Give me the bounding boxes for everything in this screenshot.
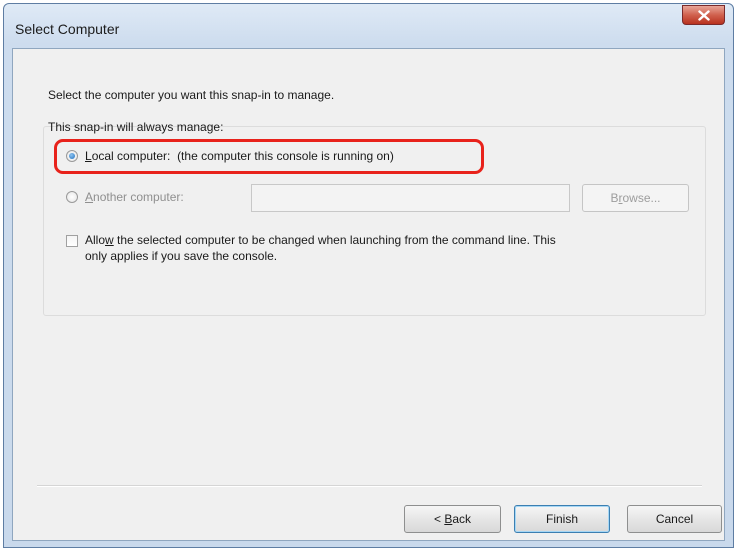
dialog-window: Select Computer Select the computer you … bbox=[3, 3, 734, 548]
finish-button[interactable]: Finish bbox=[514, 505, 610, 533]
another-computer-label[interactable]: Another computer: bbox=[85, 190, 184, 204]
back-pre: < bbox=[433, 512, 445, 526]
close-icon bbox=[697, 9, 710, 21]
window-title: Select Computer bbox=[15, 21, 120, 37]
cancel-label: Cancel bbox=[655, 512, 694, 526]
browse-pre: B bbox=[610, 191, 619, 205]
another-label-rest: nother computer: bbox=[93, 190, 184, 204]
another-accel: A bbox=[85, 190, 94, 204]
allow-change-label-line2: only applies if you save the console. bbox=[85, 249, 278, 263]
dialog-body: Select the computer you want this snap-i… bbox=[12, 48, 725, 541]
back-rest: ack bbox=[452, 512, 472, 526]
back-accel: B bbox=[444, 512, 453, 526]
allow-change-checkbox[interactable] bbox=[66, 235, 78, 247]
allow-rest: the selected computer to be changed when… bbox=[113, 233, 556, 247]
finish-label: Finish bbox=[545, 512, 578, 526]
allow-change-label-line1[interactable]: Allow the selected computer to be change… bbox=[85, 233, 556, 247]
browse-button[interactable]: Br owse... bbox=[582, 184, 689, 212]
title-bar[interactable]: Select Computer bbox=[4, 4, 733, 48]
instruction-text: Select the computer you want this snap-i… bbox=[48, 88, 335, 102]
highlight-outline bbox=[54, 139, 484, 174]
group-label: This snap-in will always manage: bbox=[48, 120, 224, 134]
footer-separator bbox=[37, 485, 702, 487]
back-button[interactable]: < Back bbox=[404, 505, 501, 533]
browse-rest: owse... bbox=[622, 191, 661, 205]
close-button[interactable] bbox=[682, 5, 725, 25]
allow-pre: Allo bbox=[85, 233, 106, 247]
cancel-button[interactable]: Cancel bbox=[627, 505, 722, 533]
another-computer-input[interactable] bbox=[251, 184, 570, 212]
another-computer-radio[interactable] bbox=[66, 191, 78, 203]
allow-accel: w bbox=[105, 233, 114, 247]
